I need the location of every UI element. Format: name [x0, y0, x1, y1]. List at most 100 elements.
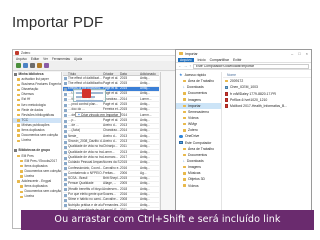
- ribbon-tab[interactable]: Compartilhar: [210, 58, 229, 62]
- explorer-nav-pane: ★ Acesso rápido Área de Trabalho ↓ Downloads…: [176, 72, 222, 228]
- folder-icon: [183, 123, 186, 126]
- breadcrumb[interactable]: Downloads: [224, 65, 241, 68]
- file-item[interactable]: McMord 2017-Health_Informatics_B...: [223, 103, 311, 109]
- file-name: McMord 2017-Health_Informatics_B...: [230, 104, 288, 109]
- menu-item[interactable]: Ver: [43, 57, 48, 61]
- document-icon: [64, 177, 67, 181]
- folder-icon: [183, 165, 186, 169]
- zotero-app-icon: [15, 50, 19, 55]
- breadcrumb[interactable]: Este Computador: [196, 65, 222, 68]
- folder-icon: [17, 124, 20, 127]
- folder-icon: [17, 180, 20, 183]
- menu-item[interactable]: Ferramentas: [52, 57, 70, 61]
- document-icon: [64, 140, 67, 144]
- forward-icon[interactable]: →: [184, 64, 188, 68]
- folder-icon: [183, 92, 186, 95]
- download-icon: ↓: [183, 158, 185, 163]
- download-icon: ↓: [183, 85, 185, 90]
- computer-icon: [179, 141, 183, 145]
- folder-icon: [183, 147, 186, 150]
- folder-icon: [17, 154, 20, 158]
- new-item-icon[interactable]: [23, 63, 28, 68]
- file-name: fr vdWDaley 1779-8820.17.PR: [230, 91, 276, 96]
- ribbon-tab[interactable]: Arquivo: [178, 57, 194, 62]
- close-icon[interactable]: ×: [306, 51, 308, 56]
- document-icon: [64, 77, 67, 81]
- document-icon: [64, 199, 67, 203]
- folder-icon: [183, 172, 186, 175]
- document-icon: [64, 172, 67, 176]
- folder-icon: [183, 80, 186, 83]
- document-icon: [64, 108, 67, 112]
- document-icon: [64, 98, 67, 102]
- folder-icon: [20, 185, 23, 188]
- file-name: Chen_ICEM_1003: [230, 85, 258, 90]
- slide-title: Importar PDF: [12, 14, 104, 31]
- explorer-address-bar: ← → ↑ Este Computador › Downloads › Impo…: [176, 63, 311, 70]
- document-icon: [64, 114, 67, 118]
- folder-icon: [183, 153, 186, 157]
- explorer-window: Importar – □ × Arquivo Início Compartilhar…: [175, 49, 312, 229]
- collection-item[interactable]: Lixeira: [13, 194, 61, 199]
- nav-item[interactable]: Vídeos: [176, 183, 221, 189]
- ribbon-tab[interactable]: Início: [198, 58, 206, 62]
- attach-icon[interactable]: [37, 63, 42, 68]
- drag-tooltip: + Criar vínculo em Importar: [75, 112, 122, 117]
- address-path[interactable]: Este Computador › Downloads › Importar: [192, 63, 309, 69]
- document-icon: [64, 103, 67, 107]
- document-icon: [64, 151, 67, 155]
- minimize-icon[interactable]: –: [291, 51, 293, 56]
- zotero-app-title: Zotero: [21, 50, 31, 55]
- pdf-file-icon: [225, 91, 228, 96]
- document-icon: [64, 130, 67, 134]
- breadcrumb[interactable]: Importar: [241, 65, 254, 68]
- up-icon[interactable]: ↑: [189, 64, 191, 68]
- file-name: 2009172: [230, 79, 244, 84]
- document-icon: [64, 93, 67, 97]
- folder-icon: [17, 103, 20, 107]
- folder-icon: [17, 129, 20, 132]
- folder-icon: [17, 98, 20, 102]
- pdf-file-icon: [225, 98, 228, 102]
- folder-icon: [17, 134, 20, 137]
- ribbon-tab[interactable]: Exibir: [233, 58, 241, 62]
- folder-icon: [17, 78, 20, 81]
- document-icon: [64, 156, 67, 160]
- folder-icon: [179, 52, 183, 55]
- collection-label: Lixeira: [21, 138, 31, 143]
- explorer-file-list: Nome 2009172 Chen_ICEM_1003 fr vdWDaley 17…: [223, 72, 311, 228]
- library-icon: [14, 149, 17, 153]
- pdf-drag-icon: [82, 89, 91, 98]
- add-note-icon[interactable]: [30, 63, 35, 68]
- folder-icon: [17, 88, 20, 92]
- menu-item[interactable]: Editar: [31, 57, 39, 61]
- folder-icon: [20, 190, 23, 193]
- folder-icon: [17, 114, 20, 117]
- folder-icon: [20, 195, 23, 198]
- document-icon: [64, 82, 67, 86]
- folder-icon: [17, 93, 20, 97]
- collection-label: Lixeira: [24, 194, 34, 199]
- collections-pane: Minha biblioteca activation list paper Bus…: [13, 72, 62, 228]
- folder-icon: [17, 109, 20, 112]
- star-icon: ★: [179, 72, 183, 77]
- document-icon: [64, 161, 67, 165]
- folder-icon: [183, 129, 186, 132]
- locate-icon[interactable]: [44, 63, 49, 68]
- new-collection-icon[interactable]: [16, 63, 21, 68]
- menu-item[interactable]: Ajuda: [74, 57, 82, 61]
- nav-label: Vídeos: [188, 183, 199, 188]
- file-name: Pnf5ce-6 Ivrrt1020_1210: [230, 98, 268, 103]
- back-icon[interactable]: ←: [178, 64, 182, 68]
- document-icon: [64, 87, 67, 91]
- menu-item[interactable]: Arquivo: [16, 57, 27, 61]
- folder-icon: [17, 139, 20, 142]
- folder-icon: [183, 178, 186, 181]
- pdf-file-icon: [225, 104, 228, 109]
- document-icon: [64, 146, 67, 150]
- folder-icon: [20, 165, 23, 168]
- maximize-icon[interactable]: □: [298, 51, 300, 56]
- explorer-titlebar: Importar – □ ×: [176, 50, 311, 57]
- explorer-title: Importar: [185, 51, 198, 56]
- folder-icon: [225, 79, 228, 83]
